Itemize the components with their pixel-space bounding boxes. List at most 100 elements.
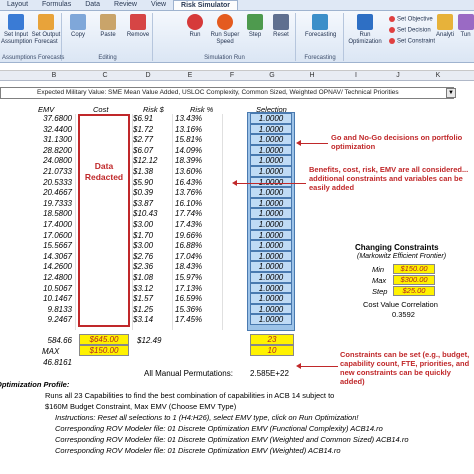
selection-cell[interactable]: 1.0000 — [250, 293, 292, 304]
emv-cell[interactable]: 21.0733 — [30, 167, 72, 178]
emv-cell[interactable]: 20.4667 — [30, 188, 72, 199]
run-button[interactable]: Run — [180, 13, 210, 39]
column-header-e[interactable]: E — [180, 71, 200, 81]
selection-cell[interactable]: 1.0000 — [250, 282, 292, 294]
risk-pct-cell[interactable]: 13.76% — [175, 188, 219, 199]
set-output-forecast-button[interactable]: Set Output Forecast — [31, 13, 61, 46]
emv-cell[interactable]: 37.6800 — [30, 114, 72, 125]
risk-dollar-cell[interactable]: $2.77 — [133, 135, 169, 146]
risk-pct-cell[interactable]: 13.60% — [175, 167, 219, 178]
risk-dollar-cell[interactable]: $1.72 — [133, 125, 169, 136]
set-input-assumption-button[interactable]: Set Input Assumption — [1, 13, 32, 46]
column-header-g[interactable]: G — [262, 71, 282, 81]
emv-cell[interactable]: 12.4800 — [30, 273, 72, 284]
emv-cell[interactable]: 31.1300 — [30, 135, 72, 146]
risk-pct-cell[interactable]: 15.81% — [175, 135, 219, 146]
risk-dollar-cell[interactable]: $2.76 — [133, 252, 169, 263]
copy-button[interactable]: Copy — [63, 13, 93, 39]
column-header-i[interactable]: I — [346, 71, 366, 81]
dropdown-arrow-icon[interactable]: ▼ — [446, 88, 456, 98]
max-count-cell[interactable]: 10 — [250, 345, 294, 356]
risk-dollar-cell[interactable]: $1.57 — [133, 294, 169, 305]
max-cost-cell[interactable]: $150.00 — [79, 345, 129, 356]
reset-button[interactable]: Reset — [266, 13, 296, 39]
risk-pct-cell[interactable]: 19.66% — [175, 231, 219, 242]
paste-button[interactable]: Paste — [93, 13, 123, 39]
emv-cell[interactable]: 20.5333 — [30, 178, 72, 189]
emv-cell[interactable]: 18.5800 — [30, 209, 72, 220]
selection-cell[interactable]: 1.0000 — [250, 314, 292, 325]
emv-cell[interactable]: 14.3067 — [30, 252, 72, 263]
selection-cell[interactable]: 1.0000 — [250, 144, 292, 156]
tab-data[interactable]: Data — [78, 0, 107, 10]
emv-cell[interactable]: 10.5067 — [30, 284, 72, 295]
risk-pct-cell[interactable]: 16.88% — [175, 241, 219, 252]
risk-pct-cell[interactable]: 17.13% — [175, 284, 219, 295]
column-header-c[interactable]: C — [95, 71, 115, 81]
forecasting-button[interactable]: Forecasting — [305, 13, 336, 39]
risk-dollar-cell[interactable]: $1.25 — [133, 305, 169, 316]
emv-cell[interactable]: 17.0600 — [30, 231, 72, 242]
risk-pct-cell[interactable]: 18.39% — [175, 156, 219, 167]
emv-cell[interactable]: 14.2600 — [30, 262, 72, 273]
risk-dollar-cell[interactable]: $1.08 — [133, 273, 169, 284]
risk-dollar-cell[interactable]: $6.07 — [133, 146, 169, 157]
risk-pct-cell[interactable]: 14.09% — [175, 146, 219, 157]
risk-pct-cell[interactable]: 17.45% — [175, 315, 219, 326]
risk-pct-cell[interactable]: 17.74% — [175, 209, 219, 220]
risk-pct-cell[interactable]: 16.59% — [175, 294, 219, 305]
risk-pct-cell[interactable]: 13.16% — [175, 125, 219, 136]
tune-button[interactable]: Tun — [457, 13, 474, 39]
column-header-k[interactable]: K — [428, 71, 448, 81]
selection-cell[interactable]: 1.0000 — [250, 250, 292, 262]
selection-cell[interactable]: 1.0000 — [250, 208, 292, 219]
selection-cell[interactable]: 1.0000 — [250, 187, 292, 198]
tab-layout[interactable]: Layout — [0, 0, 35, 10]
selection-cell[interactable]: 1.0000 — [250, 303, 292, 315]
risk-dollar-cell[interactable]: $3.12 — [133, 284, 169, 295]
emv-cell[interactable]: 32.4400 — [30, 125, 72, 136]
column-header-f[interactable]: F — [222, 71, 242, 81]
set-constraint-button[interactable]: Set Constraint — [389, 38, 435, 45]
step-value-cell[interactable]: $25.00 — [393, 286, 435, 296]
selection-cell[interactable]: 1.0000 — [250, 165, 292, 177]
risk-pct-cell[interactable]: 18.43% — [175, 262, 219, 273]
risk-pct-cell[interactable]: 16.43% — [175, 178, 219, 189]
run-optimization-button[interactable]: Run Optimization — [347, 13, 383, 46]
risk-dollar-cell[interactable]: $5.90 — [133, 178, 169, 189]
risk-dollar-cell[interactable]: $1.38 — [133, 167, 169, 178]
column-header-d[interactable]: D — [138, 71, 158, 81]
risk-dollar-cell[interactable]: $2.36 — [133, 262, 169, 273]
risk-dollar-cell[interactable]: $10.43 — [133, 209, 169, 220]
min-value-cell[interactable]: $150.00 — [393, 264, 435, 274]
selection-cell[interactable]: 1.0000 — [250, 197, 292, 209]
risk-pct-cell[interactable]: 15.36% — [175, 305, 219, 316]
tab-view[interactable]: View — [144, 0, 173, 10]
emv-cell[interactable]: 19.7333 — [30, 199, 72, 210]
risk-dollar-cell[interactable]: $1.70 — [133, 231, 169, 242]
formula-bar[interactable] — [0, 63, 474, 71]
tab-risk-simulator[interactable]: Risk Simulator — [173, 0, 239, 10]
set-decision-button[interactable]: Set Decision — [389, 27, 431, 34]
set-objective-button[interactable]: Set Objective — [389, 16, 433, 23]
selection-total-cell[interactable]: 23 — [250, 334, 294, 345]
max-value-cell[interactable]: $300.00 — [393, 275, 435, 285]
objective-dropdown[interactable]: Expected Military Value: SME Mean Value … — [0, 87, 454, 99]
emv-cell[interactable]: 10.1467 — [30, 294, 72, 305]
selection-cell[interactable]: 1.0000 — [250, 218, 292, 230]
run-super-speed-button[interactable]: Run Super Speed — [210, 13, 240, 46]
selection-cell[interactable]: 1.0000 — [250, 261, 292, 272]
remove-button[interactable]: Remove — [123, 13, 153, 39]
selection-cell[interactable]: 1.0000 — [250, 271, 292, 283]
selection-cell[interactable]: 1.0000 — [250, 229, 292, 241]
risk-pct-cell[interactable]: 13.43% — [175, 114, 219, 125]
tab-review[interactable]: Review — [107, 0, 144, 10]
emv-cell[interactable]: 15.5667 — [30, 241, 72, 252]
column-header-h[interactable]: H — [302, 71, 322, 81]
risk-pct-cell[interactable]: 16.10% — [175, 199, 219, 210]
selection-cell[interactable]: 1.0000 — [250, 113, 292, 124]
selection-cell[interactable]: 1.0000 — [250, 155, 292, 166]
risk-pct-cell[interactable]: 17.43% — [175, 220, 219, 231]
selection-cell[interactable]: 1.0000 — [250, 134, 292, 145]
risk-dollar-cell[interactable]: $3.00 — [133, 220, 169, 231]
